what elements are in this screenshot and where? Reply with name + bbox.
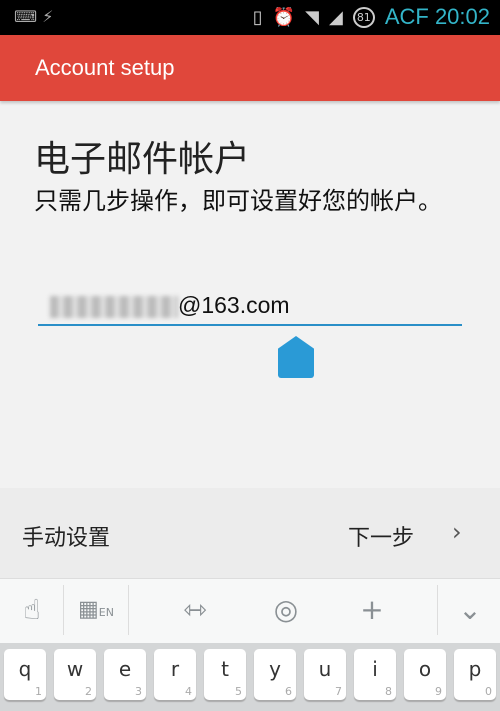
- battery-icon: 81: [352, 6, 375, 28]
- key-char: r: [170, 657, 180, 681]
- key-number: 3: [135, 685, 142, 698]
- clock: 20:02: [434, 4, 490, 29]
- key-char: t: [221, 657, 229, 681]
- key-number: 1: [35, 685, 42, 698]
- key-number: 2: [85, 685, 92, 698]
- redacted-username: [50, 296, 178, 318]
- key-w[interactable]: w2: [54, 649, 96, 700]
- divider: [437, 585, 438, 635]
- key-char: o: [418, 657, 432, 681]
- key-number: 8: [385, 685, 392, 698]
- app-bar: Account setup: [0, 35, 500, 101]
- key-q[interactable]: q1: [4, 649, 46, 700]
- key-number: 0: [485, 685, 492, 698]
- email-input[interactable]: @163.com: [38, 290, 462, 326]
- carrier: ACF: [384, 4, 429, 29]
- email-domain: @163.com: [178, 292, 290, 318]
- key-char: p: [468, 657, 482, 681]
- key-t[interactable]: t5: [204, 649, 246, 700]
- page-title: 电子邮件帐户: [34, 139, 251, 180]
- gesture-icon[interactable]: ☝: [12, 593, 52, 626]
- key-r[interactable]: r4: [154, 649, 196, 700]
- key-y[interactable]: y6: [254, 649, 296, 700]
- next-button[interactable]: 下一步: [348, 520, 414, 552]
- key-number: 4: [185, 685, 192, 698]
- key-char: q: [18, 657, 32, 681]
- key-number: 5: [235, 685, 242, 698]
- key-number: 9: [435, 685, 442, 698]
- key-number: 6: [285, 685, 292, 698]
- alarm-icon: ⏰: [272, 6, 296, 28]
- flash-icon: ⚡: [42, 7, 54, 26]
- key-number: 7: [335, 685, 342, 698]
- key-p[interactable]: p0: [454, 649, 496, 700]
- plus-icon[interactable]: +: [352, 593, 392, 626]
- keyboard-icon: ⌨: [14, 7, 38, 26]
- key-char: i: [372, 657, 378, 681]
- manual-setup-button[interactable]: 手动设置: [22, 520, 110, 552]
- weibo-icon[interactable]: ◎: [266, 593, 306, 626]
- text-cursor-handle[interactable]: [278, 336, 314, 378]
- key-char: y: [269, 657, 281, 681]
- vibrate-icon: ▯: [252, 6, 263, 28]
- key-o[interactable]: o9: [404, 649, 446, 700]
- page-subtitle: 只需几步操作，即可设置好您的帐户。: [34, 187, 442, 215]
- app-title: Account setup: [35, 55, 175, 80]
- layout-icon[interactable]: ▦EN: [74, 597, 118, 622]
- key-u[interactable]: u7: [304, 649, 346, 700]
- chevron-right-icon[interactable]: ›: [452, 518, 462, 546]
- keyboard-toolbar: ☝ ▦EN ⇿ ◎ + ⌄: [0, 578, 500, 643]
- signal-icon: ◢: [328, 6, 343, 28]
- key-char: e: [118, 657, 132, 681]
- bottom-bar: 手动设置 下一步 ›: [0, 488, 500, 578]
- lang-label: EN: [98, 606, 114, 619]
- key-char: u: [318, 657, 332, 681]
- divider: [128, 585, 129, 635]
- key-e[interactable]: e3: [104, 649, 146, 700]
- key-char: w: [66, 657, 84, 681]
- divider: [63, 585, 64, 635]
- cursor-move-icon[interactable]: ⇿: [175, 593, 215, 626]
- keyboard: q1w2e3r4t5y6u7i8o9p0: [0, 643, 500, 711]
- chevron-down-icon[interactable]: ⌄: [450, 593, 490, 626]
- key-i[interactable]: i8: [354, 649, 396, 700]
- status-bar: ⌨ ⚡ ▯ ⏰ ◥ ◢ 81 ACF 20:02: [0, 0, 500, 35]
- wifi-icon: ◥: [305, 6, 319, 28]
